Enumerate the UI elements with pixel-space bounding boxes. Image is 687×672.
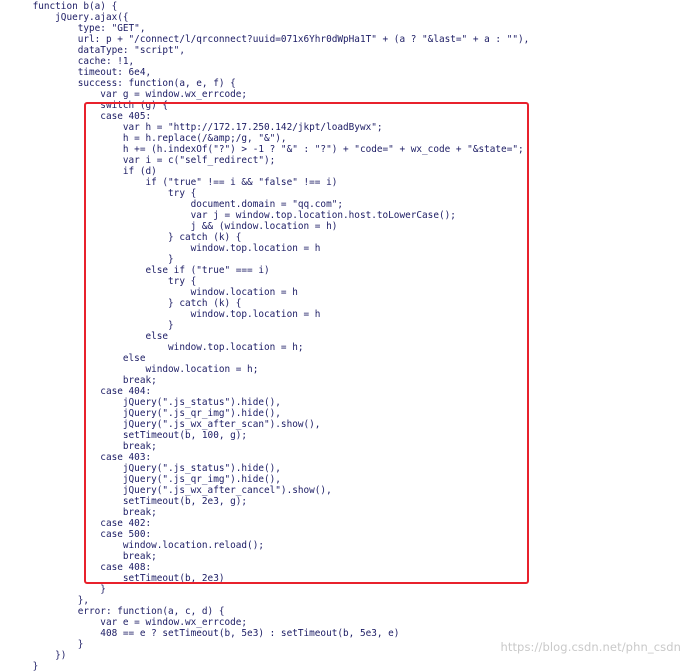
code-line: switch (g) { [10, 100, 169, 111]
code-line: jQuery(".js_qr_img").hide(), [10, 408, 281, 419]
code-line: } catch (k) { [10, 298, 242, 309]
code-line: } catch (k) { [10, 232, 242, 243]
code-line: type: "GET", [10, 23, 146, 34]
code-line: jQuery(".js_wx_after_scan").show(), [10, 419, 321, 430]
code-line: else if ("true" === i) [10, 265, 270, 276]
code-line: success: function(a, e, f) { [10, 78, 236, 89]
code-line: var g = window.wx_errcode; [10, 89, 248, 100]
code-line: j && (window.location = h) [10, 221, 338, 232]
code-line: window.location.reload(); [10, 540, 264, 551]
code-line: cache: !1, [10, 56, 135, 67]
code-line: } [10, 639, 84, 650]
code-viewer: function b(a) { jQuery.ajax({ type: "GET… [0, 0, 687, 672]
code-line: document.domain = "qq.com"; [10, 199, 344, 210]
code-line: jQuery(".js_wx_after_cancel").show(), [10, 485, 332, 496]
code-line: if (d) [10, 166, 157, 177]
code-line: dataType: "script", [10, 45, 185, 56]
code-line: try { [10, 276, 197, 287]
code-line: case 403: [10, 452, 152, 463]
code-line: }, [10, 595, 90, 606]
code-line: break; [10, 441, 157, 452]
code-line: if ("true" !== i && "false" !== i) [10, 177, 338, 188]
code-line: break; [10, 507, 157, 518]
code-line: h = h.replace(/&amp;/g, "&"), [10, 133, 287, 144]
code-line: jQuery.ajax({ [10, 12, 129, 23]
code-line: case 408: [10, 562, 152, 573]
code-line: jQuery(".js_qr_img").hide(), [10, 474, 281, 485]
code-line: var j = window.top.location.host.toLower… [10, 210, 456, 221]
code-line: } [10, 320, 174, 331]
code-line: try { [10, 188, 197, 199]
code-line: window.top.location = h [10, 309, 321, 320]
code-line: error: function(a, c, d) { [10, 606, 225, 617]
code-line: case 405: [10, 111, 152, 122]
code-line: setTimeout(b, 100, g); [10, 430, 248, 441]
code-line: window.top.location = h [10, 243, 321, 254]
code-line: case 500: [10, 529, 152, 540]
code-line: window.location = h; [10, 364, 259, 375]
code-line: break; [10, 551, 157, 562]
code-line: function b(a) { [10, 1, 118, 12]
code-line: else [10, 331, 169, 342]
code-line: jQuery(".js_status").hide(), [10, 463, 281, 474]
code-line: setTimeout(b, 2e3, g); [10, 496, 248, 507]
code-line: break; [10, 375, 157, 386]
code-line: 408 == e ? setTimeout(b, 5e3) : setTimeo… [10, 628, 400, 639]
code-line: case 402: [10, 518, 152, 529]
code-line: } [10, 584, 106, 595]
code-line: var h = "http://172.17.250.142/jkpt/load… [10, 122, 383, 133]
code-line: h += (h.indexOf("?") > -1 ? "&" : "?") +… [10, 144, 524, 155]
code-line: window.location = h [10, 287, 298, 298]
watermark-text: https://blog.csdn.net/phn_csdn [500, 640, 681, 654]
code-line: var e = window.wx_errcode; [10, 617, 248, 628]
code-line: window.top.location = h; [10, 342, 304, 353]
code-line: case 404: [10, 386, 152, 397]
code-line: var i = c("self_redirect"); [10, 155, 276, 166]
code-line: jQuery(".js_status").hide(), [10, 397, 281, 408]
code-line: else [10, 353, 146, 364]
code-line: timeout: 6e4, [10, 67, 152, 78]
code-line: }) [10, 650, 67, 661]
code-line: setTimeout(b, 2e3) [10, 573, 225, 584]
code-line: } [10, 661, 39, 672]
code-line: } [10, 254, 174, 265]
code-line: url: p + "/connect/l/qrconnect?uuid=071x… [10, 34, 530, 45]
